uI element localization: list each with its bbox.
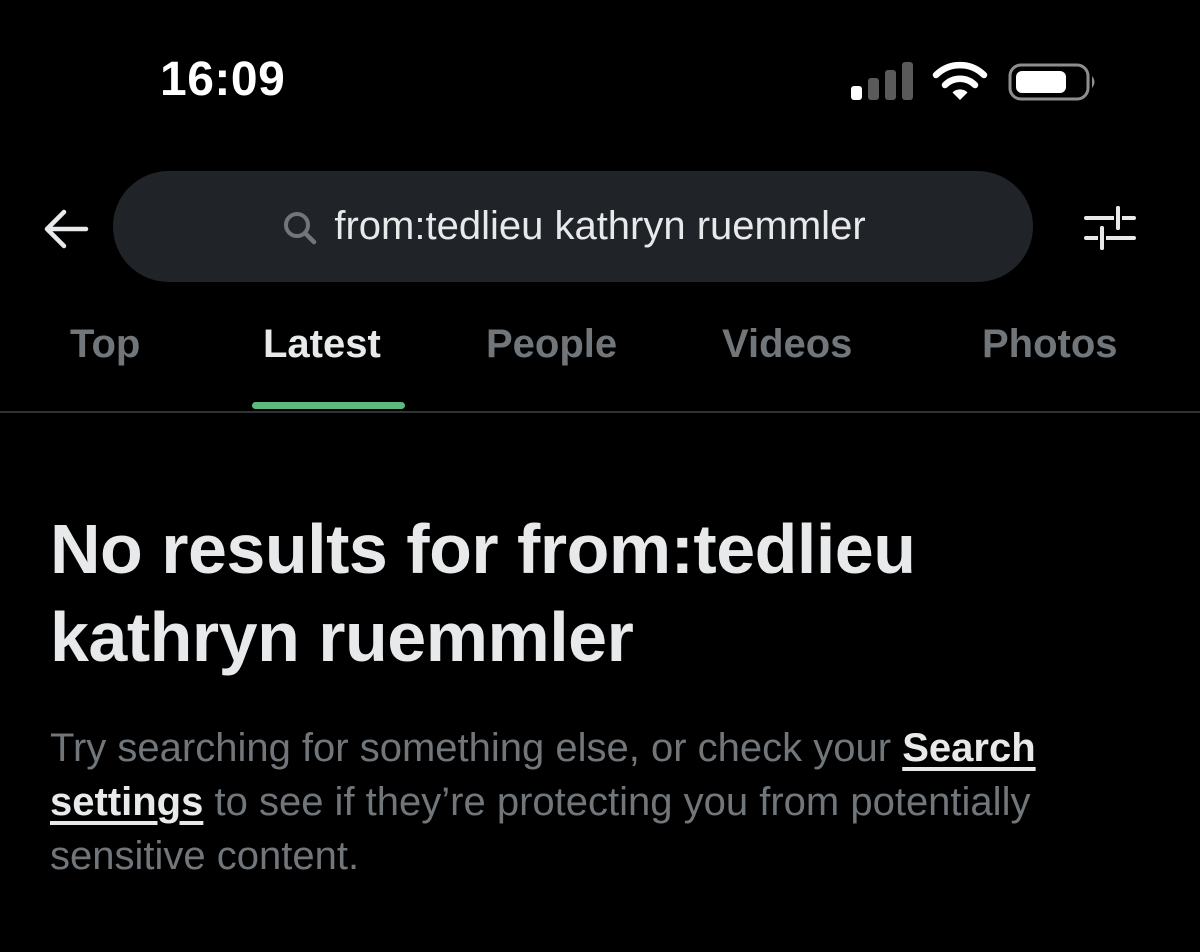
empty-state-message: Try searching for something else, or che…: [50, 721, 1170, 883]
search-input[interactable]: from:tedlieu kathryn ruemmler: [113, 171, 1033, 282]
status-time: 16:09: [160, 53, 286, 106]
sliders-icon: [1084, 206, 1136, 250]
search-icon: [284, 211, 317, 244]
cellular-signal-icon: [851, 62, 913, 100]
arrow-left-icon: [44, 209, 89, 249]
tab-latest[interactable]: Latest: [263, 322, 381, 367]
active-tab-indicator: [252, 402, 405, 409]
tab-people[interactable]: People: [486, 322, 617, 367]
tab-photos[interactable]: Photos: [982, 322, 1118, 367]
back-button[interactable]: [38, 200, 94, 256]
empty-state-title: No results for from:tedlieu kathryn ruem…: [50, 510, 916, 676]
wifi-icon: [932, 61, 988, 100]
battery-icon: [1008, 63, 1095, 101]
status-bar: 16:09: [0, 0, 1200, 150]
search-query-text: from:tedlieu kathryn ruemmler: [334, 204, 866, 248]
empty-state-text-start: Try searching for something else, or che…: [50, 726, 903, 770]
tab-top[interactable]: Top: [70, 322, 140, 367]
search-tabs: Top Latest People Videos Photos: [0, 300, 1200, 413]
tab-videos[interactable]: Videos: [722, 322, 852, 367]
search-filter-button[interactable]: [1080, 200, 1140, 256]
